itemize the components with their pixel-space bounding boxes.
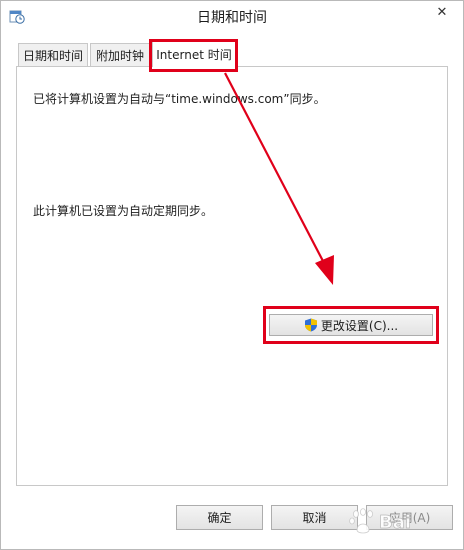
cancel-label: 取消 [302, 511, 327, 525]
apply-button[interactable]: 应用(A) [366, 505, 453, 530]
tab-label: 日期和时间 [22, 48, 83, 63]
close-button[interactable]: ✕ [429, 1, 455, 23]
date-time-dialog: 日期和时间 ✕ 日期和时间 附加时钟 Internet 时间 已将计算机设置为自… [0, 0, 464, 550]
uac-shield-icon [304, 318, 318, 332]
title-bar[interactable]: 日期和时间 ✕ [1, 1, 463, 31]
close-icon: ✕ [436, 4, 448, 20]
tab-date-time[interactable]: 日期和时间 [18, 43, 88, 66]
ok-button[interactable]: 确定 [176, 505, 263, 530]
change-settings-button[interactable]: 更改设置(C)... [269, 314, 433, 336]
tab-label: 附加时钟 [95, 48, 144, 63]
cancel-button[interactable]: 取消 [271, 505, 358, 530]
tab-internet-time[interactable]: Internet 时间 [152, 41, 236, 67]
window-title: 日期和时间 [197, 10, 267, 26]
internet-time-panel: 已将计算机设置为自动与“time.windows.com”同步。 此计算机已设置… [16, 66, 448, 486]
tab-label: Internet 时间 [156, 48, 232, 62]
tab-additional-clocks[interactable]: 附加时钟 [90, 43, 150, 66]
ok-label: 确定 [207, 511, 232, 525]
change-settings-label: 更改设置(C)... [320, 318, 399, 333]
sync-status-text: 已将计算机设置为自动与“time.windows.com”同步。 [33, 92, 326, 106]
schedule-status-text: 此计算机已设置为自动定期同步。 [33, 204, 214, 218]
apply-label: 应用(A) [388, 511, 431, 525]
